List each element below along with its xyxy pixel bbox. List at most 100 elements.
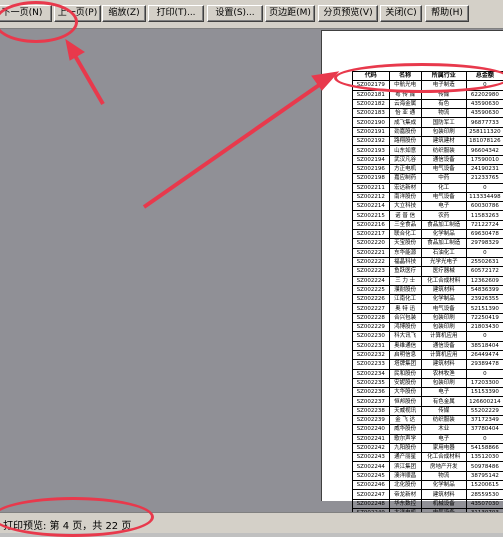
- cell-name: 云海金属: [389, 99, 421, 108]
- cell-industry: 家用电器: [421, 443, 466, 452]
- preview-page[interactable]: 代码 名称 所属行业 总金额 SZ002179中航光电电子制造0SZ002181…: [321, 30, 503, 501]
- cell-amount: 0: [466, 369, 503, 378]
- cell-code: SZ002216: [353, 220, 390, 229]
- cell-code: SZ002248: [353, 499, 390, 508]
- table-row: SZ002246北化股份化学制品15200615: [353, 481, 503, 490]
- cell-code: SZ002192: [353, 137, 390, 146]
- cell-name: 歌尔声学: [389, 434, 421, 443]
- margins-button[interactable]: 页边距(M): [265, 5, 315, 22]
- table-row: SZ002243通产丽星化工合成材料13512030: [353, 453, 503, 462]
- cell-industry: 食品加工制造: [421, 239, 466, 248]
- cell-industry: 化学制品: [421, 481, 466, 490]
- zoom-button[interactable]: 缩放(Z): [102, 5, 146, 22]
- cell-industry: 农药: [421, 211, 466, 220]
- cell-code: SZ002236: [353, 388, 390, 397]
- cell-name: 天宝股份: [389, 239, 421, 248]
- table-row: SZ002182云海金属有色43590630: [353, 99, 503, 108]
- cell-amount: 29389478: [466, 360, 503, 369]
- cell-amount: 17203300: [466, 378, 503, 387]
- cell-amount: 23926355: [466, 295, 503, 304]
- table-row: SZ002183怡 亚 通物流43590630: [353, 109, 503, 118]
- cell-name: 路翔股份: [389, 137, 421, 146]
- cell-industry: 电气设备: [421, 164, 466, 173]
- cell-industry: 包装印刷: [421, 378, 466, 387]
- cell-amount: 96604342: [466, 146, 503, 155]
- cell-code: SZ002191: [353, 127, 390, 136]
- cell-code: SZ002226: [353, 295, 390, 304]
- cell-code: SZ002194: [353, 155, 390, 164]
- cell-amount: 60572172: [466, 267, 503, 276]
- table-row: SZ002248华东数控机械设备43507030: [353, 499, 503, 508]
- cell-code: SZ002198: [353, 174, 390, 183]
- cell-amount: 13512030: [466, 453, 503, 462]
- cell-name: 宏达新材: [389, 183, 421, 192]
- cell-industry: 农林牧渔: [421, 369, 466, 378]
- cell-amount: 72250419: [466, 313, 503, 322]
- table-row: SZ002235安妮股份包装印刷17203300: [353, 378, 503, 387]
- cell-industry: 木业: [421, 425, 466, 434]
- table-row: SZ002226江南化工化学制品23926355: [353, 295, 503, 304]
- table-row: SZ002223鱼跃医疗医疗器械60572172: [353, 267, 503, 276]
- cell-code: SZ002242: [353, 443, 390, 452]
- cell-name: 通产丽星: [389, 453, 421, 462]
- cell-name: 山东如意: [389, 146, 421, 155]
- table-row: SZ002198嘉应制药中药21233765: [353, 174, 503, 183]
- cell-name: 大华股份: [389, 388, 421, 397]
- cell-name: 启明信息: [389, 350, 421, 359]
- table-row: SZ002220天宝股份食品加工制造29798329: [353, 239, 503, 248]
- cell-amount: 37172349: [466, 415, 503, 424]
- table-row: SZ002217联合化工化学制品69630478: [353, 230, 503, 239]
- cell-name: 合兴包装: [389, 313, 421, 322]
- setup-button[interactable]: 设置(S)...: [207, 5, 263, 22]
- cell-industry: 电气设备: [421, 192, 466, 201]
- table-row: SZ002232启明信息计算机应用26449474: [353, 350, 503, 359]
- cell-name: 天威视讯: [389, 406, 421, 415]
- print-button[interactable]: 打印(T)...: [148, 5, 204, 22]
- table-body: SZ002179中航光电电子制造0SZ002181粤 传 媒传媒62202980…: [353, 81, 503, 527]
- close-button[interactable]: 关闭(C): [380, 5, 422, 22]
- table-row: SZ002221东华能源石油化工0: [353, 248, 503, 257]
- cell-amount: 72122724: [466, 220, 503, 229]
- cell-code: SZ002239: [353, 415, 390, 424]
- highlight-ellipse-header-row: [334, 63, 503, 93]
- cell-industry: 通信设备: [421, 341, 466, 350]
- cell-amount: 38795142: [466, 471, 503, 480]
- cell-industry: 物流: [421, 109, 466, 118]
- cell-name: 民和股份: [389, 369, 421, 378]
- table-row: SZ002234民和股份农林牧渔0: [353, 369, 503, 378]
- cell-industry: 石油化工: [421, 248, 466, 257]
- table-row: SZ002193山东如意纺织服装96604342: [353, 146, 503, 155]
- table-row: SZ002214大立科技电子60030786: [353, 202, 503, 211]
- cell-name: 塔牌集团: [389, 360, 421, 369]
- cell-industry: 建筑材料: [421, 285, 466, 294]
- cell-code: SZ002183: [353, 109, 390, 118]
- cell-name: 南洋股份: [389, 192, 421, 201]
- cell-amount: 26449474: [466, 350, 503, 359]
- cell-name: 九阳股份: [389, 443, 421, 452]
- help-button[interactable]: 帮助(H): [425, 5, 469, 22]
- cell-name: 金 飞 达: [389, 415, 421, 424]
- cell-code: SZ002196: [353, 164, 390, 173]
- cell-amount: 25502631: [466, 257, 503, 266]
- table-row: SZ002212南洋股份电气设备113334498: [353, 192, 503, 201]
- cell-code: SZ002243: [353, 453, 390, 462]
- cell-code: SZ002232: [353, 350, 390, 359]
- cell-code: SZ002247: [353, 490, 390, 499]
- page-break-preview-button[interactable]: 分页预览(V): [318, 5, 378, 22]
- cell-amount: 55202229: [466, 406, 503, 415]
- cell-amount: 38518404: [466, 341, 503, 350]
- cell-name: 奥 特 迅: [389, 304, 421, 313]
- cell-industry: 电气设备: [421, 304, 466, 313]
- cell-amount: 43590630: [466, 109, 503, 118]
- cell-industry: 医疗器械: [421, 267, 466, 276]
- table-row: SZ002233塔牌集团建筑材料29389478: [353, 360, 503, 369]
- table-row: SZ002196方正电机电气设备24190231: [353, 164, 503, 173]
- cell-name: 劲嘉股份: [389, 127, 421, 136]
- cell-code: SZ002246: [353, 481, 390, 490]
- cell-code: SZ002238: [353, 406, 390, 415]
- table-row: SZ002245澳洋顺昌物流38795142: [353, 471, 503, 480]
- cell-amount: 96877733: [466, 118, 503, 127]
- cell-amount: 52151390: [466, 304, 503, 313]
- cell-industry: 包装印刷: [421, 127, 466, 136]
- table-row: SZ002190成飞集成国防军工96877733: [353, 118, 503, 127]
